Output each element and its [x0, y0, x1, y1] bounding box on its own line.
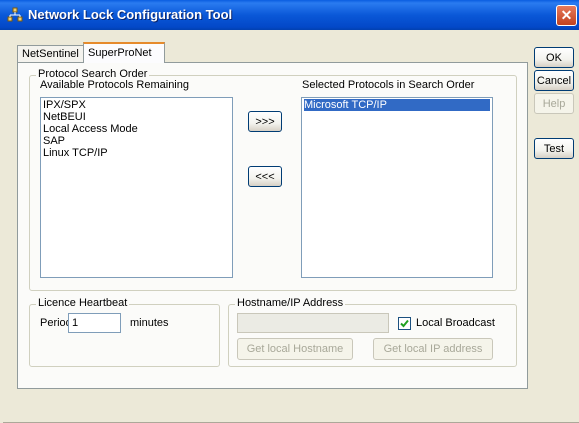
hostname-ip-legend: Hostname/IP Address — [235, 297, 346, 309]
period-input[interactable] — [68, 313, 121, 333]
list-item[interactable]: NetBEUI — [43, 111, 230, 123]
list-item[interactable]: IPX/SPX — [43, 99, 230, 111]
help-button[interactable]: Help — [534, 93, 574, 114]
list-item[interactable]: Microsoft TCP/IP — [304, 99, 490, 111]
hostname-ip-group: Hostname/IP Address Local Broadcast Get … — [228, 297, 517, 367]
tab-superpronet[interactable]: SuperProNet — [83, 42, 165, 63]
tab-panel-superpronet: Protocol Search Order Available Protocol… — [17, 62, 528, 389]
test-button[interactable]: Test — [534, 138, 574, 159]
remove-protocol-button[interactable]: <<< — [248, 166, 282, 187]
licence-heartbeat-legend: Licence Heartbeat — [36, 297, 130, 309]
licence-heartbeat-group: Licence Heartbeat Period minutes — [29, 297, 220, 367]
list-item[interactable]: Local Access Mode — [43, 123, 230, 135]
available-protocols-list[interactable]: IPX/SPX NetBEUI Local Access Mode SAP Li… — [40, 97, 233, 278]
tab-superpronet-label: SuperProNet — [88, 47, 152, 59]
list-item[interactable]: SAP — [43, 135, 230, 147]
tab-netsentinel-label: NetSentinel — [22, 48, 79, 60]
hostname-input[interactable] — [237, 313, 389, 333]
add-protocol-button[interactable]: >>> — [248, 111, 282, 132]
close-button[interactable]: ✕ — [556, 5, 577, 26]
local-broadcast-label: Local Broadcast — [416, 317, 495, 329]
get-local-hostname-button[interactable]: Get local Hostname — [237, 338, 353, 360]
protocol-search-order-group: Protocol Search Order Available Protocol… — [29, 68, 517, 291]
checkmark-icon — [400, 319, 409, 328]
tab-netsentinel[interactable]: NetSentinel — [17, 45, 84, 63]
minutes-label: minutes — [130, 317, 169, 329]
window-title: Network Lock Configuration Tool — [28, 7, 233, 22]
network-lock-app-icon — [7, 7, 23, 22]
get-local-ip-button[interactable]: Get local IP address — [373, 338, 493, 360]
list-item[interactable]: Linux TCP/IP — [43, 147, 230, 159]
cancel-button[interactable]: Cancel — [534, 70, 574, 91]
window-body: NetSentinel SuperProNet Protocol Search … — [3, 30, 579, 423]
selected-protocols-label: Selected Protocols in Search Order — [302, 79, 475, 91]
selected-protocols-list[interactable]: Microsoft TCP/IP — [301, 97, 493, 278]
local-broadcast-checkbox[interactable] — [398, 317, 411, 330]
close-icon: ✕ — [560, 7, 573, 23]
ok-button[interactable]: OK — [534, 47, 574, 68]
available-protocols-label: Available Protocols Remaining — [40, 79, 189, 91]
title-bar[interactable]: Network Lock Configuration Tool ✕ — [0, 0, 579, 30]
